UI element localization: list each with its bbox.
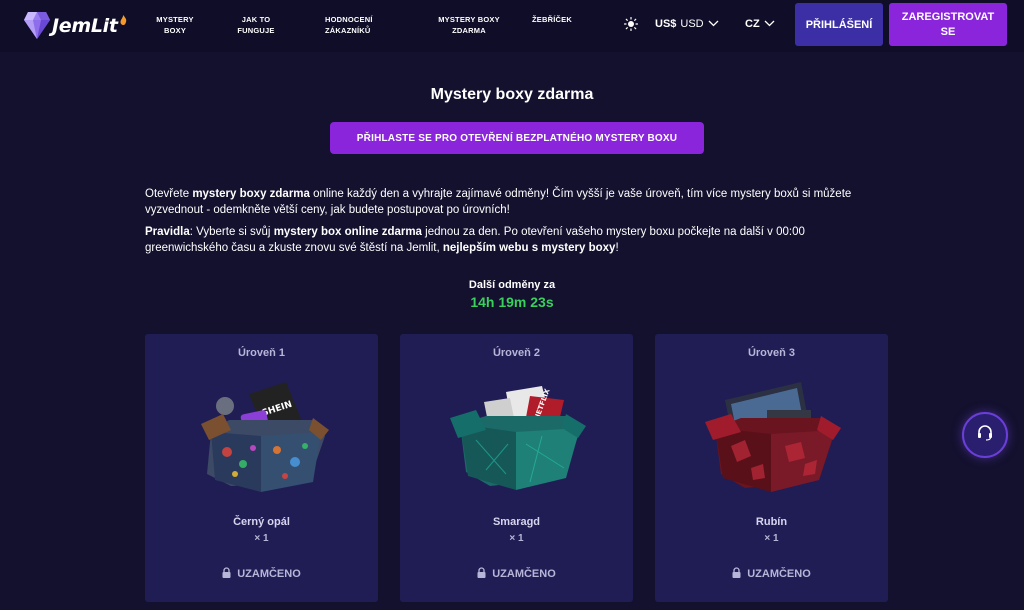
currency-symbol: US$ bbox=[655, 18, 677, 30]
rules-text: : Vyberte si svůj bbox=[189, 226, 274, 238]
flame-icon bbox=[120, 12, 127, 30]
card-level: Úroveň 3 bbox=[747, 347, 796, 359]
nav-label: BOXY bbox=[163, 26, 187, 35]
intro-paragraph: Otevřete mystery boxy zdarma online každ… bbox=[145, 186, 885, 218]
card-name: Rubín bbox=[755, 516, 788, 528]
intro-bold-text: mystery boxy zdarma bbox=[192, 188, 310, 200]
currency-code: USD bbox=[680, 18, 704, 30]
locked-label: UZAMČENO bbox=[492, 568, 556, 580]
card-level: Úroveň 1 bbox=[237, 347, 286, 359]
rules-heading: Pravidla bbox=[145, 226, 190, 238]
nav-mystery-boxes[interactable]: MYSTERY BOXY bbox=[153, 14, 197, 36]
logo-text: JemLit bbox=[52, 14, 118, 37]
diamond-logo-icon bbox=[24, 6, 50, 45]
support-chat-button[interactable] bbox=[962, 412, 1008, 458]
card-name: Černý opál bbox=[233, 516, 290, 528]
nav-label: JAK TO bbox=[241, 15, 271, 24]
lock-icon bbox=[222, 567, 231, 581]
locked-status: UZAMČENO bbox=[655, 567, 888, 581]
nav-label: MYSTERY bbox=[156, 15, 194, 24]
locked-label: UZAMČENO bbox=[747, 568, 811, 580]
card-level: Úroveň 2 bbox=[492, 347, 541, 359]
black-opal-box-image: SHEIN bbox=[191, 374, 331, 509]
login-button[interactable]: PŘIHLÁŠENÍ bbox=[795, 3, 883, 46]
lock-icon bbox=[732, 567, 741, 581]
nav-label: HODNOCENÍ bbox=[325, 15, 373, 24]
headset-icon bbox=[976, 424, 994, 447]
top-navbar: JemLit MYSTERY BOXY JAK TO FUNGUJE HODNO… bbox=[0, 0, 1024, 52]
locked-status: UZAMČENO bbox=[400, 567, 633, 581]
card-quantity: × 1 bbox=[764, 533, 779, 544]
nav-label: MYSTERY BOXY bbox=[438, 15, 500, 24]
locked-label: UZAMČENO bbox=[237, 568, 301, 580]
rules-bold-link[interactable]: nejlepším webu s mystery boxy bbox=[443, 242, 616, 254]
rules-text: ! bbox=[615, 242, 619, 254]
chevron-down-icon bbox=[764, 18, 775, 30]
ruby-box-image bbox=[701, 374, 841, 509]
language-selector[interactable]: CZ bbox=[745, 18, 775, 30]
currency-selector[interactable]: US$ USD bbox=[655, 18, 719, 30]
level-card-2[interactable]: Úroveň 2 NETFLIX Smaragd × 1 UZAMČENO bbox=[400, 334, 633, 602]
card-name: Smaragd bbox=[492, 516, 541, 528]
nav-customer-reviews[interactable]: HODNOCENÍ ZÁKAZNÍKŮ bbox=[325, 14, 385, 36]
locked-status: UZAMČENO bbox=[145, 567, 378, 581]
level-card-1[interactable]: Úroveň 1 SHEIN Černý opál × 1 UZAMČENO bbox=[145, 334, 378, 602]
page: JemLit MYSTERY BOXY JAK TO FUNGUJE HODNO… bbox=[0, 0, 1024, 610]
language-code: CZ bbox=[745, 18, 760, 30]
intro-text: Otevřete bbox=[145, 188, 193, 200]
login-to-open-free-box-button[interactable]: PŘIHLASTE SE PRO OTEVŘENÍ BEZPLATNÉHO MY… bbox=[330, 122, 704, 154]
emerald-box-image: NETFLIX bbox=[446, 374, 586, 509]
chevron-down-icon bbox=[708, 18, 719, 30]
countdown-timer: 14h 19m 23s bbox=[470, 294, 554, 310]
level-card-3[interactable]: Úroveň 3 Rubín × 1 UZAMČENO bbox=[655, 334, 888, 602]
card-quantity: × 1 bbox=[254, 533, 269, 544]
nav-label: ZÁKAZNÍKŮ bbox=[325, 26, 371, 35]
page-title: Mystery boxy zdarma bbox=[430, 86, 594, 103]
nav-leaderboard[interactable]: ŽEBŘÍČEK bbox=[532, 14, 580, 25]
nav-label: FUNGUJE bbox=[237, 26, 275, 35]
nav-free-mystery-boxes[interactable]: MYSTERY BOXY ZDARMA bbox=[433, 14, 505, 36]
rules-bold-text: mystery box online zdarma bbox=[273, 226, 422, 238]
register-button[interactable]: ZAREGISTROVAT SE bbox=[889, 3, 1007, 46]
nav-label: ŽEBŘÍČEK bbox=[532, 15, 572, 24]
next-reward-label: Další odměny za bbox=[468, 279, 556, 291]
logo[interactable]: JemLit bbox=[24, 6, 127, 45]
nav-how-it-works[interactable]: JAK TO FUNGUJE bbox=[232, 14, 280, 36]
nav-label: ZDARMA bbox=[452, 26, 486, 35]
card-quantity: × 1 bbox=[509, 533, 524, 544]
rules-paragraph: Pravidla: Vyberte si svůj mystery box on… bbox=[145, 224, 885, 256]
lock-icon bbox=[477, 567, 486, 581]
sun-icon[interactable] bbox=[623, 16, 639, 36]
